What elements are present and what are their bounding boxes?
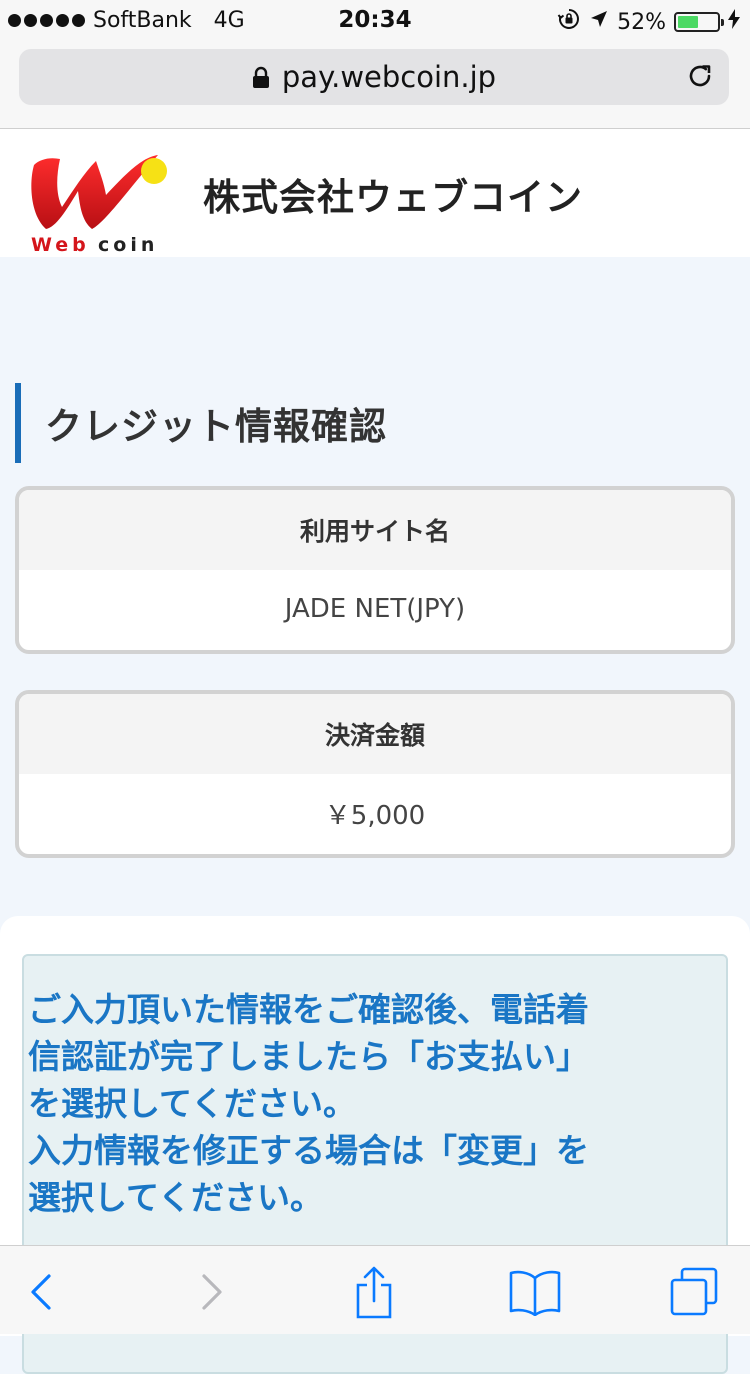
tabs-button[interactable] (666, 1264, 722, 1320)
status-bar-right: 52% (557, 7, 740, 37)
share-icon (356, 1266, 392, 1319)
bookmarks-button[interactable] (507, 1264, 563, 1320)
notice-line: 入力情報を修正する場合は「変更」を (28, 1131, 589, 1170)
back-button[interactable] (14, 1264, 70, 1320)
notice-line: を選択してください。 (28, 1084, 357, 1123)
site-name-value: JADE NET(JPY) (284, 594, 466, 624)
battery-icon (674, 12, 724, 32)
battery-fill (678, 16, 698, 28)
site-header: Web coin 株式会社ウェブコイン (0, 129, 750, 257)
battery-percent: 52% (617, 9, 666, 35)
forward-button[interactable] (183, 1264, 239, 1320)
lock-icon (252, 66, 270, 88)
webcoin-logo: Web coin (26, 137, 176, 256)
notice-line: 信認証が完了しましたら「お支払い」 (28, 1037, 589, 1076)
bookmarks-icon (509, 1270, 561, 1316)
notice-line: 選択してください。 (28, 1178, 324, 1217)
company-name: 株式会社ウェブコイン (203, 176, 583, 219)
logo-text-coin: coin (98, 234, 158, 255)
browser-address-area: pay.webcoin.jp (0, 40, 750, 129)
reload-icon[interactable] (685, 61, 715, 98)
logo-text-web: Web (31, 234, 90, 255)
payment-amount-value: ￥5,000 (324, 800, 426, 831)
payment-amount-card: 決済金額 ￥5,000 (15, 690, 735, 858)
page-title: クレジット情報確認 (15, 383, 387, 463)
browser-toolbar (0, 1245, 750, 1334)
charging-bolt-icon (728, 9, 740, 35)
address-bar[interactable]: pay.webcoin.jp (19, 49, 729, 105)
location-arrow-icon (589, 9, 609, 35)
site-name-card: 利用サイト名 JADE NET(JPY) (15, 486, 735, 654)
payment-amount-label: 決済金額 (19, 694, 731, 774)
orientation-lock-icon (557, 7, 581, 37)
site-name-label: 利用サイト名 (19, 490, 731, 570)
status-bar: SoftBank 4G 20:34 52% (0, 0, 750, 40)
forward-icon (202, 1274, 222, 1310)
back-icon (31, 1274, 51, 1310)
share-button[interactable] (346, 1264, 402, 1320)
notice-line: ご入力頂いた情報をご確認後、電話着 (28, 990, 589, 1029)
tabs-icon (670, 1267, 718, 1316)
url-text: pay.webcoin.jp (281, 60, 497, 94)
